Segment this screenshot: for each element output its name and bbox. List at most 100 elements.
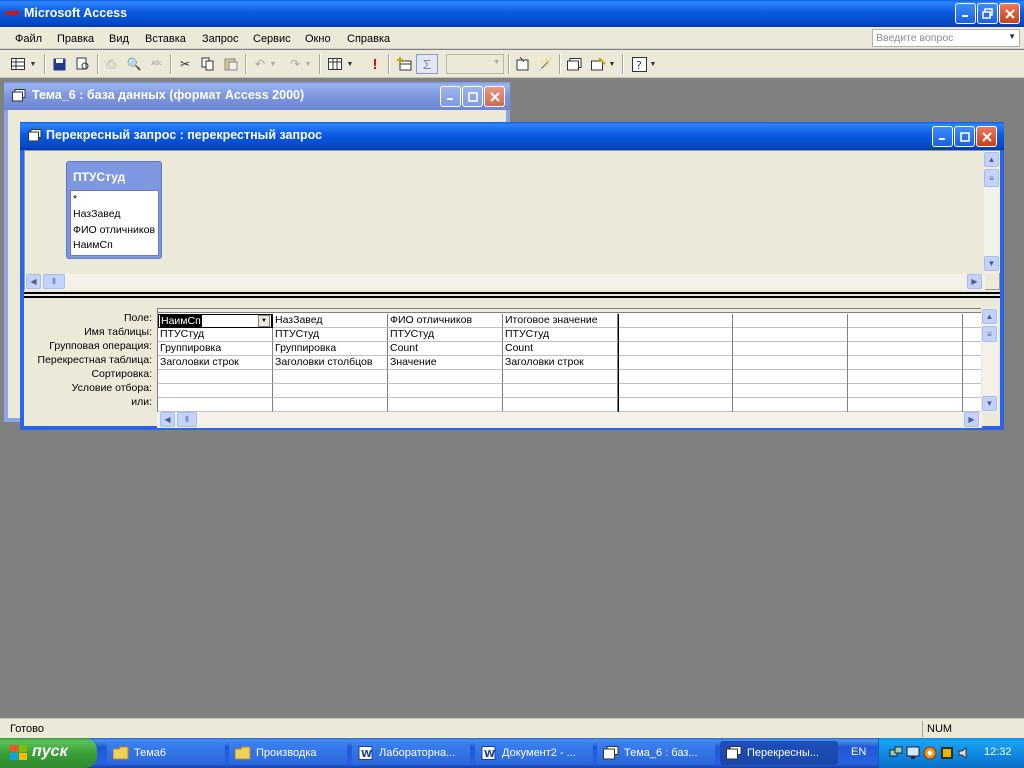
chevron-down-icon[interactable]: ▼ xyxy=(344,54,356,74)
run-icon[interactable]: ! xyxy=(364,54,386,74)
taskbar-item-word-doc2[interactable]: W Документ2 - ... xyxy=(475,741,593,765)
grid-cell[interactable]: Группировка xyxy=(158,342,273,356)
spelling-icon[interactable]: ᴬᴮᶜ xyxy=(146,54,168,74)
maximize-button[interactable] xyxy=(954,126,975,147)
grid-cell[interactable]: Заголовки столбцов xyxy=(273,356,388,370)
taskbar-item-database[interactable]: Тема_6 : баз... xyxy=(597,741,715,765)
grid-cell[interactable] xyxy=(158,398,273,412)
list-item[interactable]: ФИО отличников xyxy=(73,224,155,236)
monitor-icon[interactable] xyxy=(906,746,920,760)
build-icon[interactable]: 🪄 xyxy=(535,54,557,74)
app-title-bar[interactable]: Microsoft Access xyxy=(0,0,1024,27)
grid-column-4[interactable]: Итоговое значение ПТУСтуд Count Заголовк… xyxy=(503,314,618,412)
table-pane[interactable]: ПТУСтуд * НазЗавед ФИО отличников НаимСп… xyxy=(24,150,1000,290)
print-preview-icon[interactable] xyxy=(72,54,94,74)
grid-cell[interactable] xyxy=(503,384,618,398)
grid-column-1[interactable]: НаимСп ▼ ПТУСтуд Группировка Заголовки с… xyxy=(158,314,273,412)
table-pane-horizontal-scrollbar[interactable]: ◀ ⦀ ▶ xyxy=(25,274,985,290)
grid-cell[interactable]: Значение xyxy=(388,356,503,370)
grid-cell[interactable] xyxy=(158,384,273,398)
close-button[interactable] xyxy=(999,3,1020,24)
chevron-down-icon[interactable]: ▼ xyxy=(27,54,39,74)
list-item[interactable]: НазЗавед xyxy=(73,208,121,220)
scroll-up-button[interactable]: ▲ xyxy=(984,152,999,167)
menu-view[interactable]: Вид xyxy=(109,33,129,45)
chevron-down-icon[interactable]: ▼ xyxy=(258,315,270,327)
grid-cell[interactable] xyxy=(273,370,388,384)
grid-column-5[interactable] xyxy=(618,314,733,412)
design-grid[interactable]: НаимСп ▼ ПТУСтуд Группировка Заголовки с… xyxy=(157,308,981,412)
chevron-down-icon[interactable]: ▼ xyxy=(268,54,278,74)
grid-column-3[interactable]: ФИО отличников ПТУСтуд Count Значение xyxy=(388,314,503,412)
network-icon[interactable] xyxy=(889,746,903,760)
grid-column-8[interactable] xyxy=(963,314,981,412)
print-icon[interactable]: ⎙ xyxy=(100,54,122,74)
grid-cell[interactable]: НазЗавед xyxy=(273,314,388,328)
taskbar-item-word-lab[interactable]: W Лабораторна... xyxy=(352,741,470,765)
maximize-button[interactable] xyxy=(462,86,483,107)
grid-cell[interactable] xyxy=(503,370,618,384)
db-window-title-bar[interactable]: Тема_6 : база данных (формат Access 2000… xyxy=(4,82,510,110)
list-item[interactable]: НаимСп xyxy=(73,239,113,251)
restore-button[interactable] xyxy=(977,3,998,24)
preview-icon[interactable]: 🔍 xyxy=(123,54,145,74)
taskbar-item-tema6[interactable]: Тема6 xyxy=(107,741,225,765)
save-icon[interactable] xyxy=(48,54,70,74)
grid-cell[interactable]: Count xyxy=(388,342,503,356)
scroll-thumb[interactable]: ≡ xyxy=(982,326,997,342)
minimize-button[interactable] xyxy=(932,126,953,147)
grid-column-7[interactable] xyxy=(848,314,963,412)
grid-cell[interactable]: ПТУСтуд xyxy=(388,328,503,342)
grid-column-6[interactable] xyxy=(733,314,848,412)
volume-icon[interactable] xyxy=(957,746,971,760)
query-design-window[interactable]: Перекресный запрос : перекрестный запрос… xyxy=(20,122,1004,430)
scroll-thumb[interactable]: ≡ xyxy=(984,169,999,187)
language-indicator[interactable]: EN xyxy=(851,746,866,758)
help-question-box[interactable]: Введите вопрос ▼ xyxy=(872,29,1020,47)
query-window-title-bar[interactable]: Перекресный запрос : перекрестный запрос xyxy=(20,122,1004,150)
top-values-combo[interactable]: ▼ xyxy=(446,54,504,74)
query-type-icon[interactable] xyxy=(324,54,346,74)
scroll-right-button[interactable]: ▶ xyxy=(967,274,982,289)
scroll-thumb[interactable]: ⦀ xyxy=(43,274,65,289)
taskbar-item-query[interactable]: Перекресны... xyxy=(720,741,838,765)
grid-cell[interactable]: Заголовки строк xyxy=(503,356,618,370)
database-window-icon[interactable] xyxy=(563,54,585,74)
grid-cell[interactable] xyxy=(158,370,273,384)
show-table-icon[interactable] xyxy=(393,54,415,74)
properties-icon[interactable] xyxy=(512,54,534,74)
menu-tools[interactable]: Сервис xyxy=(253,33,291,45)
scroll-left-button[interactable]: ◀ xyxy=(160,412,175,427)
scroll-down-button[interactable]: ▼ xyxy=(982,396,997,411)
minimize-button[interactable] xyxy=(440,86,461,107)
menu-file[interactable]: Файл xyxy=(15,33,42,45)
grid-cell[interactable]: Count xyxy=(503,342,618,356)
list-item[interactable]: * xyxy=(73,193,77,205)
antivirus-icon[interactable] xyxy=(923,746,937,760)
grid-cell[interactable]: Группировка xyxy=(273,342,388,356)
new-object-icon[interactable] xyxy=(587,54,609,74)
start-button[interactable]: пуск xyxy=(0,738,97,768)
table-field-list[interactable]: ПТУСтуд * НазЗавед ФИО отличников НаимСп xyxy=(66,161,162,259)
menu-insert[interactable]: Вставка xyxy=(145,33,186,45)
chevron-down-icon[interactable]: ▼ xyxy=(607,54,617,74)
grid-column-2[interactable]: НазЗавед ПТУСтуд Группировка Заголовки с… xyxy=(273,314,388,412)
scroll-thumb[interactable]: ⦀ xyxy=(177,412,197,427)
grid-cell[interactable]: Заголовки строк xyxy=(158,356,273,370)
grid-cell[interactable]: ФИО отличников xyxy=(388,314,503,328)
grid-cell[interactable]: Итоговое значение xyxy=(503,314,618,328)
field-combo[interactable]: НаимСп ▼ xyxy=(158,314,272,328)
taskbar-item-folder[interactable]: Производка xyxy=(229,741,347,765)
paste-icon[interactable] xyxy=(220,54,242,74)
grid-cell[interactable] xyxy=(388,398,503,412)
totals-icon[interactable]: Σ xyxy=(416,54,438,74)
grid-cell[interactable]: ПТУСтуд xyxy=(158,328,273,342)
scroll-right-button[interactable]: ▶ xyxy=(964,412,979,427)
grid-cell[interactable] xyxy=(273,384,388,398)
design-grid-pane[interactable]: Поле: Имя таблицы: Групповая операция: П… xyxy=(24,300,1000,428)
scroll-up-button[interactable]: ▲ xyxy=(982,309,997,324)
grid-cell[interactable]: ПТУСтуд xyxy=(503,328,618,342)
field-list[interactable]: * НазЗавед ФИО отличников НаимСп xyxy=(70,190,159,256)
copy-icon[interactable] xyxy=(197,54,219,74)
scroll-down-button[interactable]: ▼ xyxy=(984,256,999,271)
